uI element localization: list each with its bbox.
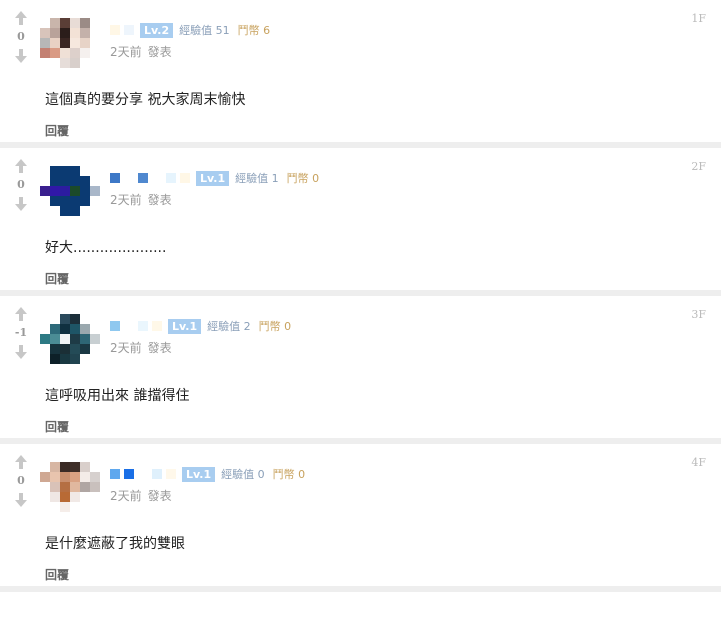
comment-4: 0 Lv.1 經驗值 0 鬥幣 0 2天前 發表 4F 是什麼遮蔽了我的雙眼 回覆 xyxy=(0,444,721,592)
level-badge: Lv.1 xyxy=(182,466,216,482)
comment-2: 0 Lv.1 經驗值 1 鬥幣 0 2天前 發表 2F 好大...........… xyxy=(0,148,721,296)
exp-value: 經驗值 2 xyxy=(207,320,251,333)
vote-score: 0 xyxy=(17,474,25,487)
user-info: Lv.1 經驗值 0 鬥幣 0 xyxy=(110,466,305,482)
comment-3: -1 Lv.1 經驗值 2 鬥幣 0 2天前 發表 3F 這呼吸用出來 誰擋得住 … xyxy=(0,296,721,444)
vote-score: -1 xyxy=(14,326,28,339)
username-blurred[interactable] xyxy=(110,173,194,183)
username-blurred[interactable] xyxy=(110,321,166,331)
avatar[interactable] xyxy=(40,18,100,68)
coin-value: 鬥幣 0 xyxy=(258,320,292,333)
time-ago: 2天前 xyxy=(110,489,142,503)
vote-box: -1 xyxy=(10,306,32,360)
avatar[interactable] xyxy=(40,166,100,216)
level-badge: Lv.1 xyxy=(168,318,202,334)
posted-label: 發表 xyxy=(147,489,172,503)
comment-text: 這個真的要分享 祝大家周末愉快 xyxy=(45,92,246,108)
comment-text: 這呼吸用出來 誰擋得住 xyxy=(45,388,190,404)
user-info: Lv.2 經驗值 51 鬥幣 6 xyxy=(110,22,270,38)
floor-number: 1F xyxy=(691,12,706,25)
post-time: 2天前 發表 xyxy=(110,43,172,60)
floor-number: 4F xyxy=(691,456,706,469)
time-ago: 2天前 xyxy=(110,193,142,207)
level-badge: Lv.2 xyxy=(140,22,174,38)
post-time: 2天前 發表 xyxy=(110,339,172,356)
reply-button[interactable]: 回覆 xyxy=(45,122,69,139)
user-info: Lv.1 經驗值 2 鬥幣 0 xyxy=(110,318,291,334)
reply-button[interactable]: 回覆 xyxy=(45,418,69,435)
coin-value: 鬥幣 6 xyxy=(237,24,271,37)
posted-label: 發表 xyxy=(147,45,172,59)
username-blurred[interactable] xyxy=(110,469,180,479)
vote-box: 0 xyxy=(10,10,32,64)
floor-number: 3F xyxy=(691,308,706,321)
post-time: 2天前 發表 xyxy=(110,487,172,504)
time-ago: 2天前 xyxy=(110,341,142,355)
upvote-arrow-icon[interactable] xyxy=(14,306,28,322)
comment-1: 0 Lv.2 經驗值 51 鬥幣 6 2天前 發表 1F 這個真的要分享 祝大家周… xyxy=(0,0,721,148)
downvote-arrow-icon[interactable] xyxy=(14,492,28,508)
level-badge: Lv.1 xyxy=(196,170,230,186)
floor-number: 2F xyxy=(691,160,706,173)
username-blurred[interactable] xyxy=(110,25,138,35)
downvote-arrow-icon[interactable] xyxy=(14,48,28,64)
upvote-arrow-icon[interactable] xyxy=(14,158,28,174)
reply-button[interactable]: 回覆 xyxy=(45,270,69,287)
user-info: Lv.1 經驗值 1 鬥幣 0 xyxy=(110,170,319,186)
vote-box: 0 xyxy=(10,158,32,212)
avatar[interactable] xyxy=(40,314,100,364)
coin-value: 鬥幣 0 xyxy=(286,172,320,185)
downvote-arrow-icon[interactable] xyxy=(14,344,28,360)
reply-button[interactable]: 回覆 xyxy=(45,566,69,583)
avatar[interactable] xyxy=(40,462,100,512)
posted-label: 發表 xyxy=(147,341,172,355)
exp-value: 經驗值 0 xyxy=(221,468,265,481)
upvote-arrow-icon[interactable] xyxy=(14,454,28,470)
coin-value: 鬥幣 0 xyxy=(272,468,306,481)
posted-label: 發表 xyxy=(147,193,172,207)
time-ago: 2天前 xyxy=(110,45,142,59)
vote-score: 0 xyxy=(17,30,25,43)
comment-text: 好大..................... xyxy=(45,240,167,256)
exp-value: 經驗值 51 xyxy=(179,24,230,37)
comment-text: 是什麼遮蔽了我的雙眼 xyxy=(45,536,185,552)
post-time: 2天前 發表 xyxy=(110,191,172,208)
exp-value: 經驗值 1 xyxy=(235,172,279,185)
downvote-arrow-icon[interactable] xyxy=(14,196,28,212)
upvote-arrow-icon[interactable] xyxy=(14,10,28,26)
vote-score: 0 xyxy=(17,178,25,191)
vote-box: 0 xyxy=(10,454,32,508)
